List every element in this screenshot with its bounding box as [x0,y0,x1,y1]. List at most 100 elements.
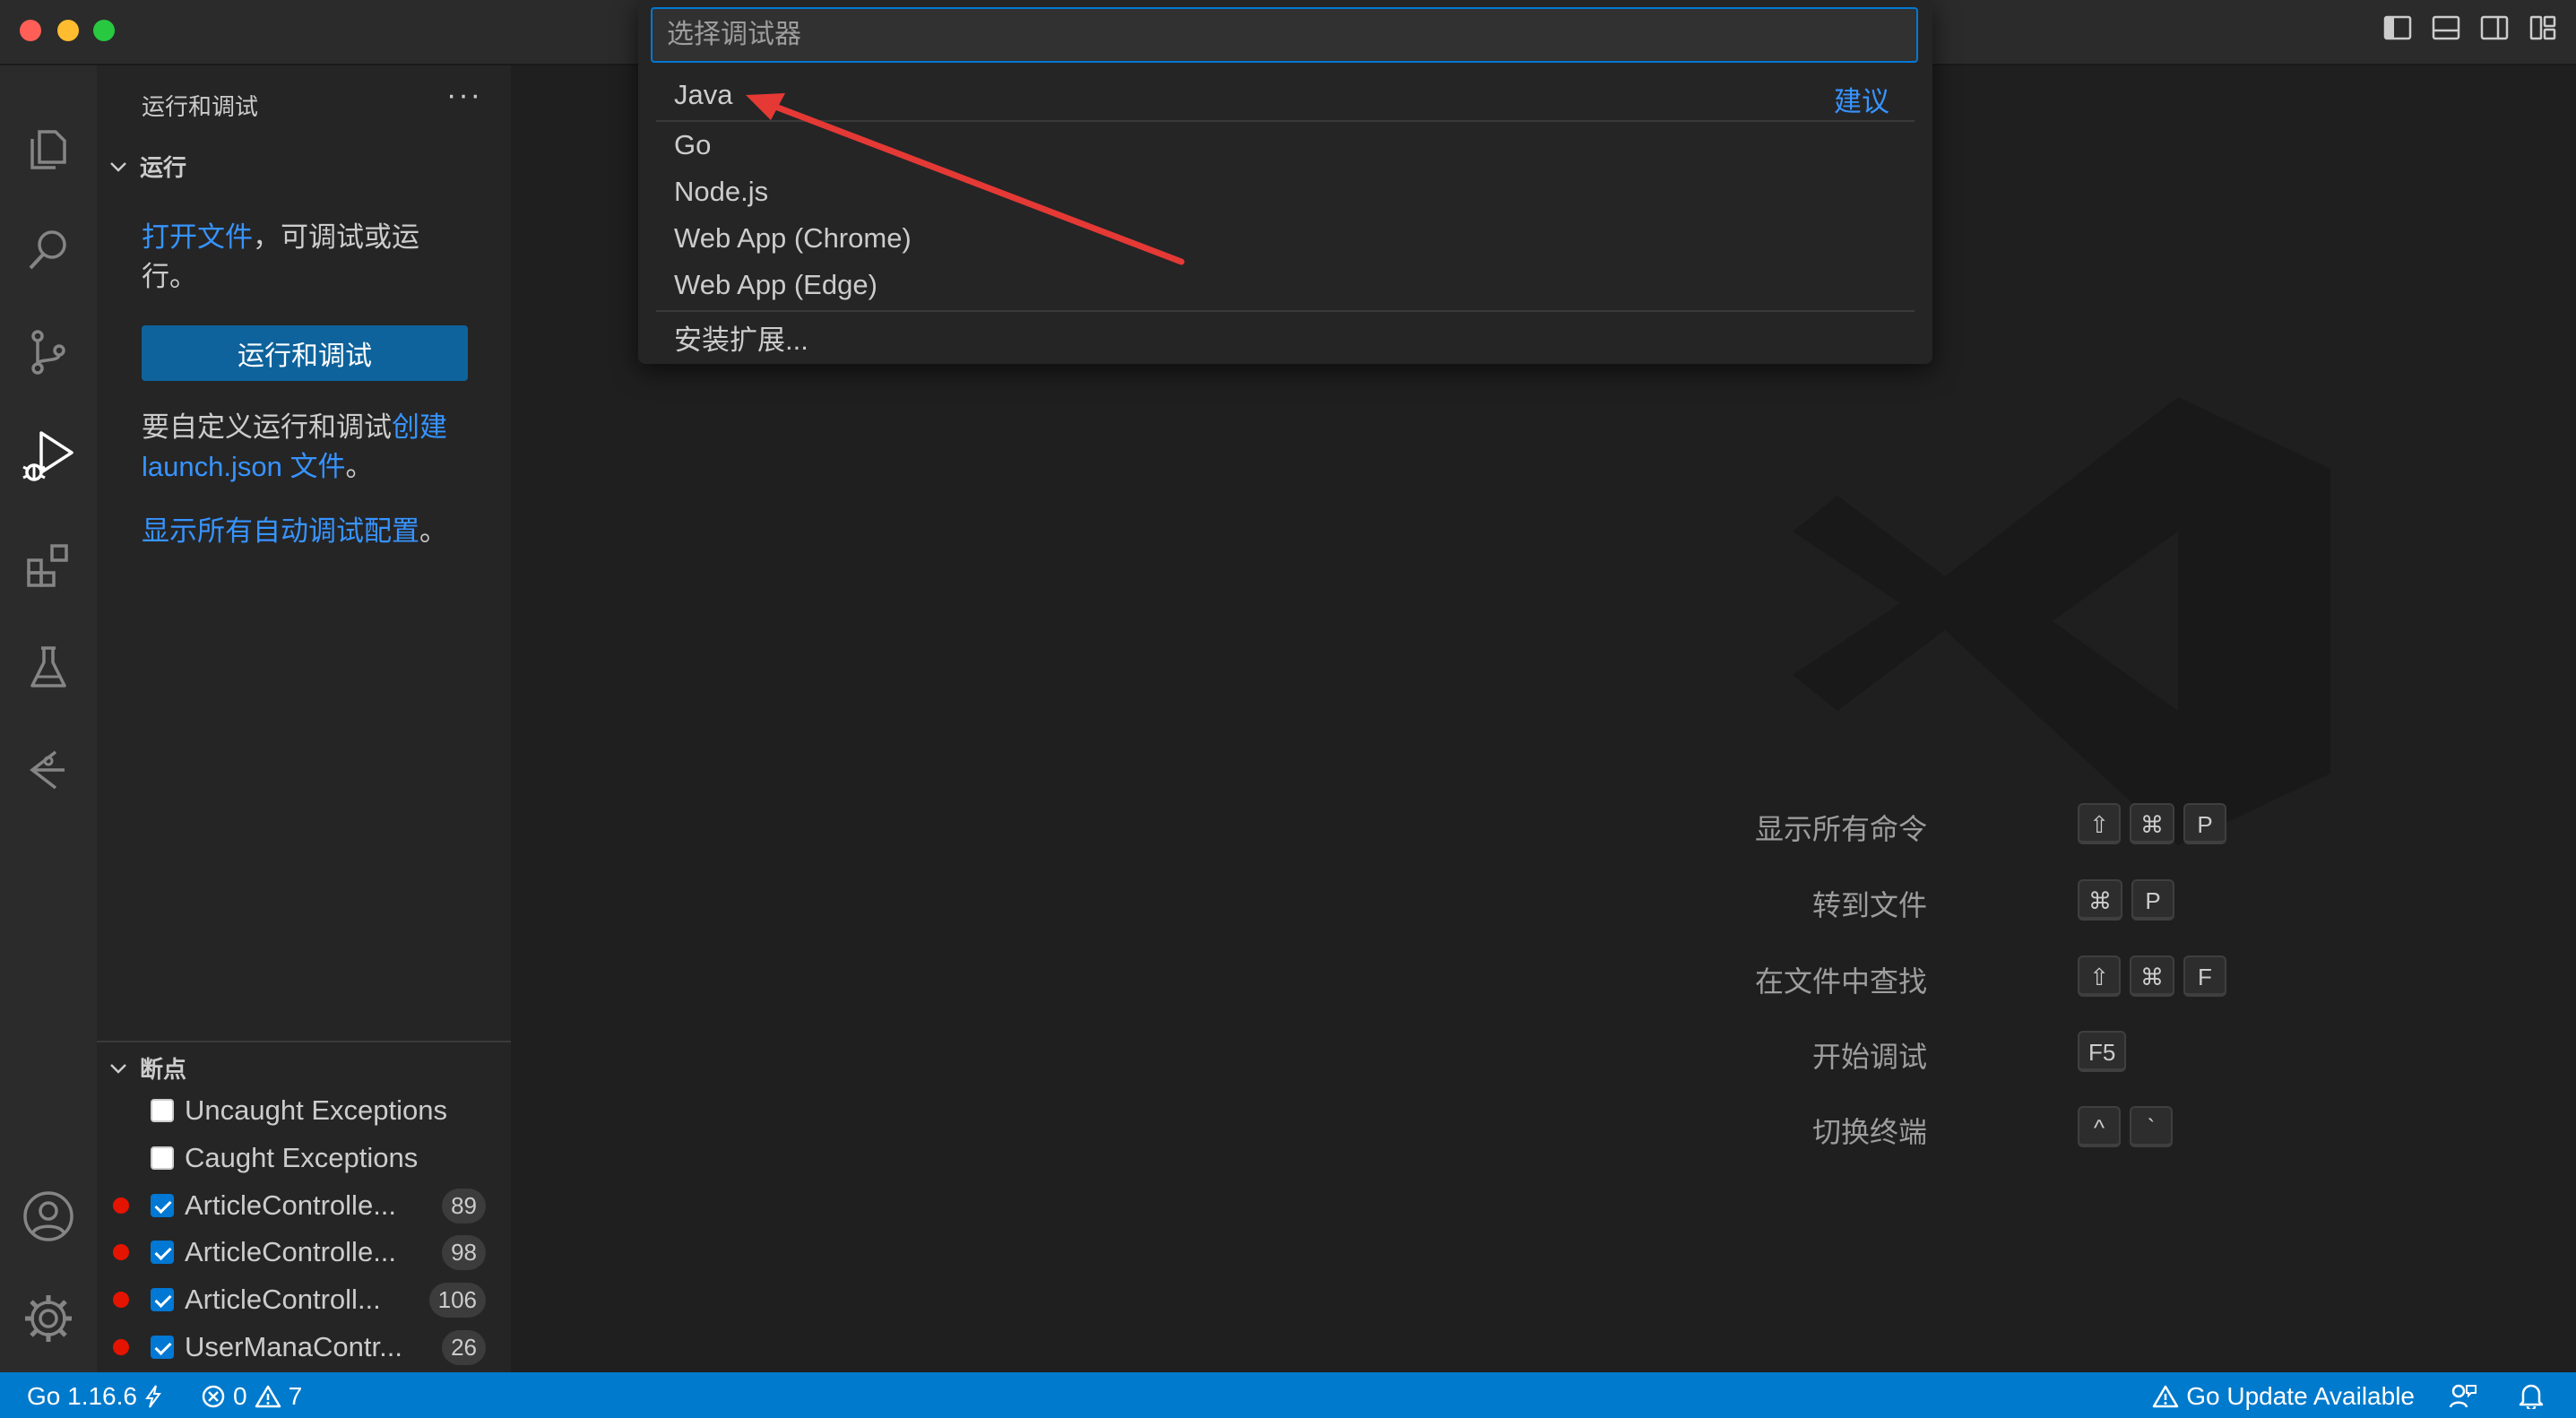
show-all-text: 显示所有自动调试配置。 [142,512,464,551]
testing-icon[interactable] [16,636,81,700]
breakpoint-checkbox[interactable] [151,1099,174,1122]
go-version-status[interactable]: Go 1.16.6 [27,1382,162,1411]
shortcut-label: 切换终端 [1811,1116,1927,1148]
breakpoint-row[interactable]: ArticleControlle... 98 [97,1229,511,1275]
shortcut-hint-row: 开始调试 F5 [1676,1025,2304,1079]
gitlens-icon[interactable] [16,738,81,802]
explorer-icon[interactable] [16,117,81,182]
install-extensions-option[interactable]: 安装扩展... [674,317,808,358]
breakpoint-row[interactable]: ArticleControlle... 89 [97,1182,511,1229]
warning-count: 7 [288,1382,303,1410]
keyboard-key: P [2183,803,2226,844]
accounts-icon[interactable] [16,1184,81,1249]
manage-gear-icon[interactable] [16,1286,81,1351]
window-maximize-button[interactable] [93,20,115,41]
vscode-watermark-logo [1793,397,2330,845]
window-close-button[interactable] [20,20,41,41]
breakpoint-row[interactable]: ArticleControll... 106 [97,1276,511,1323]
show-all-configs-link[interactable]: 显示所有自动调试配置 [142,515,419,547]
debugger-option-edge[interactable]: Web App (Edge) [674,269,877,301]
keyboard-key: ⌘ [2078,879,2122,921]
breakpoint-checkbox[interactable] [151,1336,174,1359]
go-update-status[interactable]: Go Update Available [2152,1382,2415,1411]
run-and-debug-button[interactable]: 运行和调试 [142,325,468,381]
error-count: 0 [233,1382,247,1410]
breakpoint-row[interactable]: Caught Exceptions [97,1135,511,1181]
extensions-icon[interactable] [16,533,81,598]
quick-pick-separator [656,120,1915,122]
warning-icon [2152,1385,2179,1408]
breakpoint-checkbox[interactable] [151,1241,174,1264]
problems-status[interactable]: 0 7 [201,1382,302,1411]
debugger-option-chrome[interactable]: Web App (Chrome) [674,222,912,255]
breakpoint-label: UserManaContr... [185,1331,402,1362]
breakpoint-checkbox[interactable] [151,1194,174,1217]
open-file-text: 打开文件，可调试或运行。 [142,218,464,297]
breakpoints-section-header[interactable]: 断点 [108,1051,186,1085]
error-icon [202,1385,225,1408]
select-debugger-input[interactable] [651,7,1918,63]
breakpoint-row[interactable]: Uncaught Exceptions [97,1087,511,1134]
breakpoint-dot-icon[interactable] [113,1339,129,1355]
breakpoint-checkbox[interactable] [151,1146,174,1170]
breakpoint-row[interactable]: UserManaContr... 26 [97,1324,511,1370]
open-file-link[interactable]: 打开文件 [142,221,253,253]
status-bar: Go 1.16.6 0 7 Go Update Available [0,1372,2576,1418]
breakpoint-line-badge: 98 [442,1234,486,1270]
keyboard-key: ⌘ [2130,955,2174,997]
toggle-primary-sidebar-icon[interactable] [2382,13,2413,43]
toggle-secondary-sidebar-icon[interactable] [2479,13,2510,43]
breakpoint-checkbox[interactable] [151,1288,174,1311]
breakpoint-dot-icon[interactable] [113,1244,129,1260]
customize-layout-icon[interactable] [2528,13,2558,43]
chevron-down-icon [110,1063,126,1074]
select-debugger-quick-pick: Java 建议 Go Node.js Web App (Chrome) Web … [638,0,1932,364]
sidebar-title: 运行和调试 [142,93,259,120]
debugger-option-nodejs[interactable]: Node.js [674,176,768,208]
breakpoint-label: ArticleControll... [185,1284,381,1315]
debugger-option-java[interactable]: Java [674,79,732,111]
breakpoint-dot-icon[interactable] [113,1292,129,1308]
shortcut-label: 开始调试 [1811,1041,1927,1073]
layout-controls [2382,13,2558,43]
more-actions-icon[interactable]: ··· [446,78,482,113]
breakpoint-label: ArticleControlle... [185,1189,397,1221]
search-icon[interactable] [16,218,81,282]
breakpoint-dot-icon[interactable] [113,1198,129,1214]
window-minimize-button[interactable] [57,20,79,41]
shortcut-hint-row: 在文件中查找 ⇧ ⌘ F [1676,950,2304,1004]
run-section-header[interactable]: 运行 [108,150,186,183]
source-control-icon[interactable] [16,320,81,385]
breakpoints-divider [97,1041,511,1042]
customize-text: 要自定义运行和调试创建 launch.json 文件。 [142,408,464,487]
shortcut-hint-row: 切换终端 ^ ` [1676,1101,2304,1154]
activity-bar [0,65,97,1372]
warning-icon [255,1385,281,1408]
go-update-label: Go Update Available [2186,1382,2415,1410]
toggle-panel-icon[interactable] [2431,13,2461,43]
keyboard-key: ` [2130,1106,2173,1147]
go-version-label: Go 1.16.6 [27,1382,137,1410]
keyboard-key: F5 [2078,1031,2127,1072]
breakpoint-label: ArticleControlle... [185,1236,397,1267]
breakpoint-label: Uncaught Exceptions [185,1094,447,1126]
breakpoint-line-badge: 89 [442,1188,486,1223]
feedback-icon[interactable] [2449,1382,2477,1409]
shortcut-keys: ⇧ ⌘ P [2078,803,2226,844]
run-section-label: 运行 [140,154,187,181]
breakpoint-line-badge: 106 [428,1282,486,1318]
shortcut-label: 在文件中查找 [1754,965,1927,998]
customize-period: 。 [345,451,374,482]
keyboard-key: ^ [2078,1106,2121,1147]
run-and-debug-icon[interactable] [16,424,81,489]
quick-pick-separator [656,310,1915,312]
lightning-icon [145,1385,161,1408]
shortcut-hint-row: 转到文件 ⌘ P [1676,874,2304,928]
suggested-label: 建议 [1834,86,1889,117]
breakpoint-label: Caught Exceptions [185,1142,419,1173]
debugger-option-go[interactable]: Go [674,129,711,161]
keyboard-key: F [2183,955,2226,997]
keyboard-key: ⇧ [2078,955,2121,997]
notifications-bell-icon[interactable] [2519,1382,2544,1409]
shortcut-hint-row: 显示所有命令 ⇧ ⌘ P [1676,798,2304,852]
